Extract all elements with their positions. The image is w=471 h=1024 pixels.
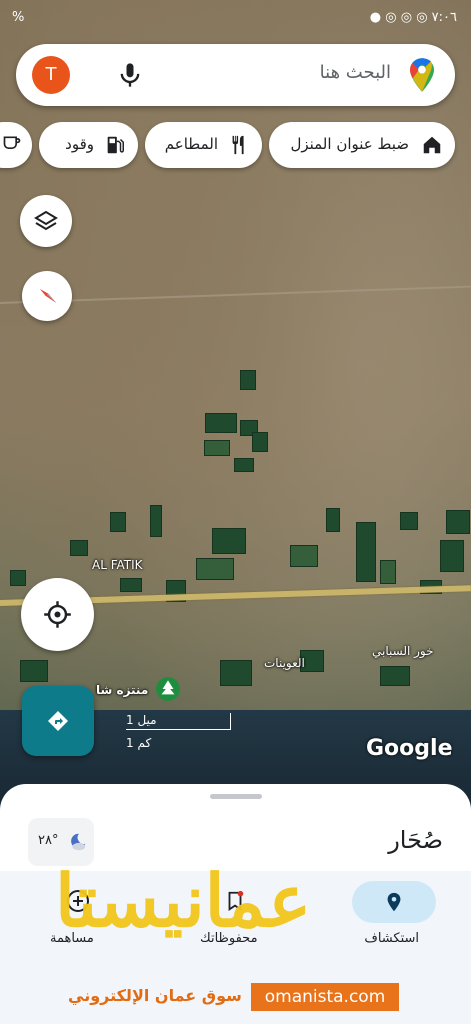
farm-field	[290, 545, 318, 567]
farm-field	[150, 505, 162, 537]
farm-field	[20, 660, 48, 682]
scale-mile: 1 ميل	[126, 713, 157, 727]
farm-field	[10, 570, 26, 586]
clock: ● ◎ ◎ ◎ ٧:٠٦	[370, 10, 457, 25]
crosshair-icon	[44, 601, 71, 628]
battery-text: %	[12, 10, 25, 25]
my-location-button[interactable]	[21, 578, 94, 651]
home-icon	[423, 136, 441, 154]
farm-field	[204, 440, 230, 456]
chip-label: المطاعم	[164, 135, 218, 153]
night-cloud-icon	[71, 833, 86, 851]
chip-label: وقود	[65, 135, 94, 153]
directions-button[interactable]	[22, 686, 94, 756]
farm-field	[220, 660, 252, 686]
google-maps-pin-icon	[410, 58, 434, 92]
status-bar: % ● ◎ ◎ ◎ ٧:٠٦	[0, 4, 471, 32]
map-label-park[interactable]: منتزه شا	[96, 683, 148, 697]
chip-label: ضبط عنوان المنزل	[290, 135, 409, 153]
restaurant-icon	[232, 135, 244, 155]
google-logo: Google	[366, 736, 453, 761]
farm-field	[252, 432, 268, 452]
map-scale: 1 ميل 1 كم	[126, 713, 231, 750]
chip-fuel[interactable]: وقود	[39, 122, 138, 168]
sheet-drag-handle[interactable]	[210, 794, 262, 799]
farm-field	[356, 522, 376, 582]
notification-icons: ● ◎ ◎ ◎	[369, 10, 432, 25]
nav-explore[interactable]: استكشاف	[364, 931, 419, 946]
explore-icon	[387, 892, 401, 912]
scale-km: 1 كم	[126, 736, 152, 750]
farm-field	[120, 578, 142, 592]
microphone-icon[interactable]	[116, 61, 144, 89]
farm-field	[110, 512, 126, 532]
directions-icon	[48, 711, 68, 731]
compass-icon	[40, 289, 57, 303]
farm-field	[240, 370, 256, 390]
layers-icon	[34, 210, 58, 231]
farm-field	[196, 558, 234, 580]
time-text: ٧:٠٦	[431, 10, 457, 25]
map-label-awaynat[interactable]: العوينات	[264, 656, 305, 670]
map-label-al-fatik[interactable]: AL FATIK	[92, 558, 143, 572]
farm-field	[440, 540, 464, 572]
map-label-khor-sabahi[interactable]: خور السبابي	[372, 644, 434, 658]
farm-field	[70, 540, 88, 556]
chip-restaurants[interactable]: المطاعم	[145, 122, 262, 168]
search-bar[interactable]: T البحث هنا	[16, 44, 455, 106]
search-input[interactable]: البحث هنا	[320, 62, 391, 83]
farm-field	[380, 560, 396, 584]
farm-field	[205, 413, 237, 433]
park-pin-icon[interactable]	[155, 676, 181, 702]
watermark-url: omanista.com	[251, 983, 399, 1011]
farm-field	[400, 512, 418, 530]
farm-field	[212, 528, 246, 554]
layers-button[interactable]	[20, 195, 72, 247]
farm-field	[234, 458, 254, 472]
temperature: ٢٨°	[38, 833, 59, 848]
account-avatar[interactable]: T	[32, 56, 70, 94]
farm-field	[326, 508, 340, 532]
place-name: صُحَار	[388, 826, 443, 854]
nav-explore-active-pill[interactable]	[352, 881, 436, 923]
watermark-logo: عمانيستا	[55, 858, 312, 943]
coffee-icon	[3, 136, 21, 149]
farm-field	[446, 510, 470, 534]
farm-field	[380, 666, 410, 686]
watermark-tagline: سوق عمان الإلكتروني	[68, 986, 242, 1005]
gas-station-icon	[107, 136, 124, 154]
chip-set-home[interactable]: ضبط عنوان المنزل	[269, 122, 455, 168]
compass-button[interactable]	[22, 271, 72, 321]
scale-bar: 1 ميل	[126, 713, 231, 730]
